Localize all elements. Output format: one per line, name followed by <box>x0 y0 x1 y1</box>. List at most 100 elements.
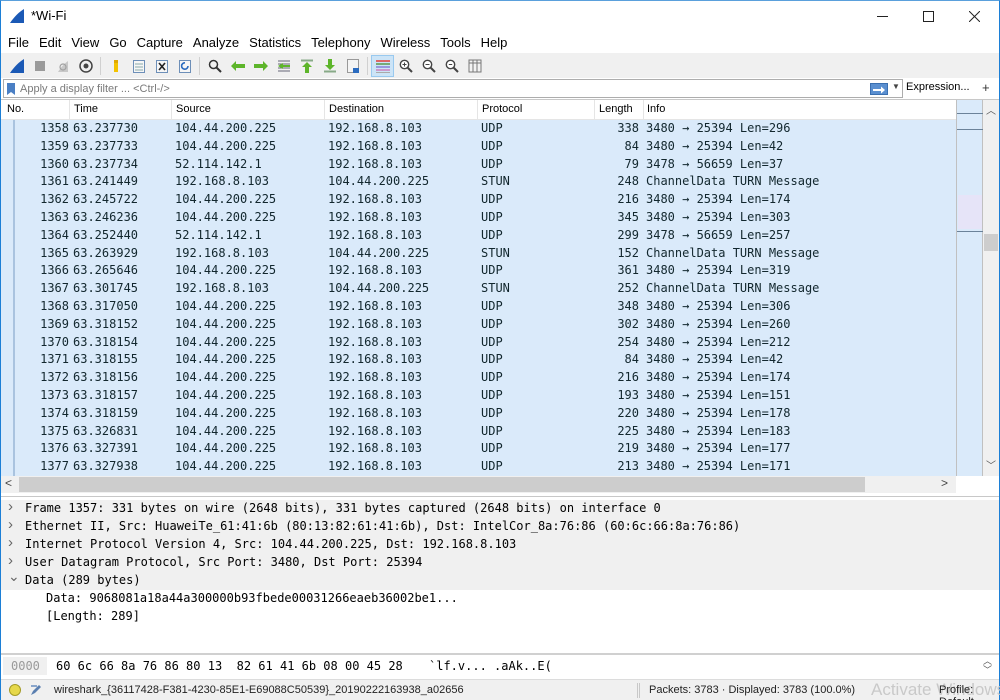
menu-tools[interactable]: Tools <box>435 35 475 50</box>
menu-view[interactable]: View <box>66 35 104 50</box>
column-header-length[interactable]: Length <box>599 103 633 115</box>
packet-row[interactable]: 1362 63.245722 104.44.200.225 192.168.8.103… <box>1 191 956 209</box>
stop-capture-button[interactable] <box>28 55 51 77</box>
save-file-icon <box>132 59 145 73</box>
normal-size-button[interactable] <box>440 55 463 77</box>
scroll-down-icon[interactable]: ﹀ <box>983 457 999 473</box>
expression-button[interactable]: Expression... <box>906 81 970 93</box>
search-icon <box>208 59 222 73</box>
column-header-info[interactable]: Info <box>647 103 665 115</box>
close-file-button[interactable] <box>150 55 173 77</box>
packet-row[interactable]: 1374 63.318159 104.44.200.225 192.168.8.103… <box>1 405 956 423</box>
menu-statistics[interactable]: Statistics <box>244 35 306 50</box>
packet-row[interactable]: 1369 63.318152 104.44.200.225 192.168.8.103… <box>1 316 956 334</box>
go-back-button[interactable] <box>226 55 249 77</box>
scroll-up-icon[interactable]: ︿ <box>983 102 999 118</box>
packet-time: 63.245722 <box>73 192 139 207</box>
packet-row[interactable]: 1363 63.246236 104.44.200.225 192.168.8.103… <box>1 209 956 227</box>
column-separator[interactable] <box>643 100 644 120</box>
column-separator[interactable] <box>324 100 325 120</box>
restart-capture-button[interactable] <box>51 55 74 77</box>
column-header-source[interactable]: Source <box>176 103 211 115</box>
packet-row[interactable]: 1366 63.265646 104.44.200.225 192.168.8.103… <box>1 262 956 280</box>
packet-row[interactable]: 1361 63.241449 192.168.8.103 104.44.200.225… <box>1 173 956 191</box>
bookmark-icon[interactable] <box>7 83 15 95</box>
profile-indicator[interactable]: Profile: Default <box>939 684 999 700</box>
packet-row[interactable]: 1358 63.237730 104.44.200.225 192.168.8.103… <box>1 120 956 138</box>
go-last-packet-button[interactable] <box>318 55 341 77</box>
column-separator[interactable] <box>171 100 172 120</box>
autoscroll-button[interactable] <box>341 55 364 77</box>
packet-row[interactable]: 1360 63.237734 52.114.142.1 192.168.8.103 UD… <box>1 156 956 174</box>
packet-row[interactable]: 1364 63.252440 52.114.142.1 192.168.8.103 UD… <box>1 227 956 245</box>
chevron-right-icon[interactable]: › <box>8 516 13 533</box>
scrollbar-thumb[interactable] <box>984 234 998 251</box>
apply-filter-button[interactable] <box>870 83 888 95</box>
packet-list-horizontal-scrollbar[interactable]: < > <box>1 476 956 493</box>
scroll-left-icon[interactable]: < <box>5 476 12 490</box>
menu-go[interactable]: Go <box>104 35 131 50</box>
menu-analyze[interactable]: Analyze <box>188 35 244 50</box>
column-header-no[interactable]: No. <box>7 103 24 115</box>
byte-ascii[interactable]: `lf.v... .aAk..E( <box>429 659 552 673</box>
scrollbar-thumb[interactable] <box>19 477 865 492</box>
packet-row[interactable]: 1372 63.318156 104.44.200.225 192.168.8.103… <box>1 369 956 387</box>
capture-options-button[interactable] <box>74 55 97 77</box>
chevron-right-icon[interactable]: › <box>8 552 13 569</box>
column-header-protocol[interactable]: Protocol <box>482 103 522 115</box>
packet-row[interactable]: 1371 63.318155 104.44.200.225 192.168.8.103… <box>1 351 956 369</box>
find-packet-button[interactable] <box>203 55 226 77</box>
filter-history-dropdown[interactable]: ▼ <box>892 82 900 91</box>
status-divider[interactable] <box>637 683 640 698</box>
expert-info-icon[interactable] <box>9 684 21 696</box>
capture-comment-icon[interactable] <box>29 683 43 697</box>
go-forward-button[interactable] <box>249 55 272 77</box>
packet-length: 338 <box>617 121 639 135</box>
add-filter-button[interactable]: + <box>982 80 990 95</box>
column-separator[interactable] <box>477 100 478 120</box>
close-button[interactable] <box>951 1 997 31</box>
reload-file-button[interactable] <box>173 55 196 77</box>
packet-row[interactable]: 1359 63.237733 104.44.200.225 192.168.8.103… <box>1 138 956 156</box>
packet-row[interactable]: 1373 63.318157 104.44.200.225 192.168.8.103… <box>1 387 956 405</box>
column-separator[interactable] <box>594 100 595 120</box>
column-header-destination[interactable]: Destination <box>329 103 384 115</box>
bytes-scrollbar[interactable]: ︿ ﹀ <box>983 657 992 675</box>
packet-row[interactable]: 1367 63.301745 192.168.8.103 104.44.200.225… <box>1 280 956 298</box>
chevron-down-icon[interactable]: ⌄ <box>8 568 20 585</box>
packet-minimap[interactable] <box>956 100 983 476</box>
chevron-right-icon[interactable]: › <box>8 498 13 515</box>
start-capture-button[interactable] <box>5 55 28 77</box>
menu-capture[interactable]: Capture <box>132 35 188 50</box>
zoom-out-button[interactable] <box>417 55 440 77</box>
packet-row[interactable]: 1376 63.327391 104.44.200.225 192.168.8.103… <box>1 440 956 458</box>
packet-source: 104.44.200.225 <box>175 441 277 456</box>
column-separator[interactable] <box>69 100 70 120</box>
menu-wireless[interactable]: Wireless <box>375 35 435 50</box>
scroll-right-icon[interactable]: > <box>941 476 948 490</box>
colorize-button[interactable] <box>371 54 394 77</box>
menu-file[interactable]: File <box>3 35 34 50</box>
save-file-button[interactable] <box>127 55 150 77</box>
maximize-button[interactable] <box>905 1 951 31</box>
menu-help[interactable]: Help <box>476 35 513 50</box>
open-file-button[interactable] <box>104 55 127 77</box>
column-header-time[interactable]: Time <box>74 103 98 115</box>
chevron-right-icon[interactable]: › <box>8 534 13 551</box>
zoom-in-button[interactable] <box>394 55 417 77</box>
packet-row[interactable]: 1375 63.326831 104.44.200.225 192.168.8.103… <box>1 423 956 441</box>
packet-row[interactable]: 1377 63.327938 104.44.200.225 192.168.8.103… <box>1 458 956 476</box>
packet-list-vertical-scrollbar[interactable]: ︿ ﹀ <box>983 100 999 476</box>
go-first-packet-button[interactable] <box>295 55 318 77</box>
byte-hex[interactable]: 60 6c 66 8a 76 86 80 13 82 61 41 6b 08 0… <box>56 659 403 673</box>
go-to-packet-button[interactable] <box>272 55 295 77</box>
packet-row[interactable]: 1365 63.263929 192.168.8.103 104.44.200.225… <box>1 245 956 263</box>
display-filter-input[interactable] <box>20 81 860 96</box>
packet-length: 216 <box>617 192 639 207</box>
menu-edit[interactable]: Edit <box>34 35 66 50</box>
packet-row[interactable]: 1368 63.317050 104.44.200.225 192.168.8.103… <box>1 298 956 316</box>
minimize-button[interactable] <box>859 1 905 31</box>
packet-row[interactable]: 1370 63.318154 104.44.200.225 192.168.8.103… <box>1 334 956 352</box>
menu-telephony[interactable]: Telephony <box>306 35 375 50</box>
resize-columns-button[interactable] <box>463 55 486 77</box>
